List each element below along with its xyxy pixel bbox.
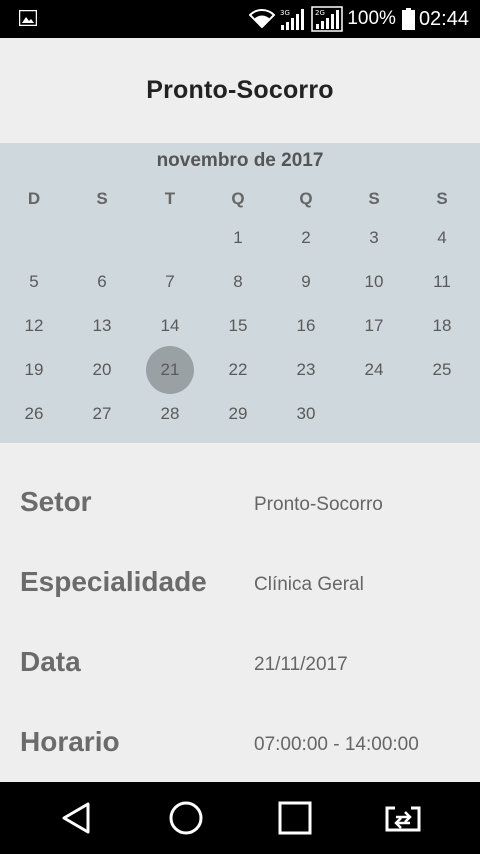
weekday-label: S <box>96 189 108 208</box>
calendar-day[interactable]: 6 <box>68 260 136 304</box>
calendar-day[interactable]: 20 <box>68 348 136 392</box>
weekday-label: S <box>368 189 380 208</box>
detail-label: Setor <box>20 486 92 517</box>
calendar-week: 5 6 7 8 9 10 11 <box>0 260 476 304</box>
calendar-day <box>408 392 476 436</box>
calendar-day[interactable]: 10 <box>340 260 408 304</box>
calendar-day[interactable]: 5 <box>0 260 68 304</box>
status-bar: 3G 2G 100% 02:44 <box>0 0 480 38</box>
calendar-day[interactable]: 3 <box>340 216 408 260</box>
battery-percent: 100% <box>347 8 396 29</box>
detail-label: Horario <box>20 726 120 757</box>
calendar-day[interactable]: 29 <box>204 392 272 436</box>
calendar-day[interactable]: 27 <box>68 392 136 436</box>
calendar-day <box>340 392 408 436</box>
home-icon[interactable] <box>166 798 206 838</box>
calendar-weekday-header: D S T Q Q S S <box>0 189 476 209</box>
calendar-week: 26 27 28 29 30 <box>0 392 476 436</box>
calendar-day-selected[interactable]: 21 <box>136 346 204 394</box>
calendar-day[interactable]: 24 <box>340 348 408 392</box>
signal-3g-icon: 3G <box>280 9 305 30</box>
calendar-day[interactable]: 15 <box>204 304 272 348</box>
header: Pronto-Socorro <box>0 38 480 143</box>
calendar-day[interactable]: 22 <box>204 348 272 392</box>
detail-value: 07:00:00 - 14:00:00 <box>254 734 419 755</box>
weekday-label: Q <box>299 189 313 208</box>
weekday-label: D <box>27 189 41 208</box>
calendar-day[interactable]: 8 <box>204 260 272 304</box>
calendar-day[interactable]: 9 <box>272 260 340 304</box>
calendar-day[interactable]: 2 <box>272 216 340 260</box>
weekday-label: T <box>164 189 176 208</box>
calendar-day[interactable]: 4 <box>408 216 476 260</box>
detail-value: 21/11/2017 <box>254 654 348 675</box>
app-content: Pronto-Socorro novembro de 2017 D S T Q … <box>0 38 480 782</box>
wifi-icon <box>249 9 276 29</box>
svg-text:3G: 3G <box>280 9 290 17</box>
calendar-day <box>0 216 68 260</box>
weekday-label: Q <box>231 189 245 208</box>
calendar-day[interactable]: 11 <box>408 260 476 304</box>
navigation-bar <box>0 782 480 854</box>
switch-app-icon[interactable] <box>383 798 423 838</box>
calendar-day <box>68 216 136 260</box>
calendar-day[interactable]: 14 <box>136 304 204 348</box>
detail-row-setor: Setor Pronto-Socorro <box>0 486 480 566</box>
clock: 02:44 <box>418 7 469 30</box>
page-title: Pronto-Socorro <box>146 76 334 104</box>
signal-2g-icon: 2G <box>311 6 344 32</box>
calendar-day[interactable]: 26 <box>0 392 68 436</box>
detail-label: Data <box>20 646 81 677</box>
calendar-day[interactable]: 30 <box>272 392 340 436</box>
calendar-day[interactable]: 12 <box>0 304 68 348</box>
calendar-day[interactable]: 13 <box>68 304 136 348</box>
calendar: novembro de 2017 D S T Q Q S S 1 2 3 4 5… <box>0 143 480 443</box>
calendar-day[interactable]: 1 <box>204 216 272 260</box>
weekday-label: S <box>436 189 448 208</box>
back-icon[interactable] <box>56 798 96 838</box>
calendar-day[interactable]: 16 <box>272 304 340 348</box>
recents-icon[interactable] <box>275 798 315 838</box>
detail-row-data: Data 21/11/2017 <box>0 646 480 726</box>
svg-text:2G: 2G <box>315 9 325 17</box>
calendar-week: 19 20 21 22 23 24 25 <box>0 346 476 394</box>
image-icon <box>19 10 37 26</box>
calendar-month-label: novembro de 2017 <box>156 150 324 171</box>
detail-label: Especialidade <box>20 566 207 597</box>
calendar-day <box>136 216 204 260</box>
calendar-day[interactable]: 7 <box>136 260 204 304</box>
calendar-day[interactable]: 25 <box>408 348 476 392</box>
calendar-day[interactable]: 28 <box>136 392 204 436</box>
calendar-week: 1 2 3 4 <box>0 216 476 260</box>
calendar-day[interactable]: 23 <box>272 348 340 392</box>
calendar-day[interactable]: 17 <box>340 304 408 348</box>
detail-row-especialidade: Especialidade Clínica Geral <box>0 566 480 646</box>
detail-value: Clínica Geral <box>254 574 364 595</box>
calendar-day[interactable]: 19 <box>0 348 68 392</box>
calendar-day[interactable]: 18 <box>408 304 476 348</box>
battery-icon <box>401 8 415 30</box>
calendar-week: 12 13 14 15 16 17 18 <box>0 304 476 348</box>
status-indicators: 3G 2G 100% 02:44 <box>249 0 469 38</box>
detail-value: Pronto-Socorro <box>254 494 383 515</box>
